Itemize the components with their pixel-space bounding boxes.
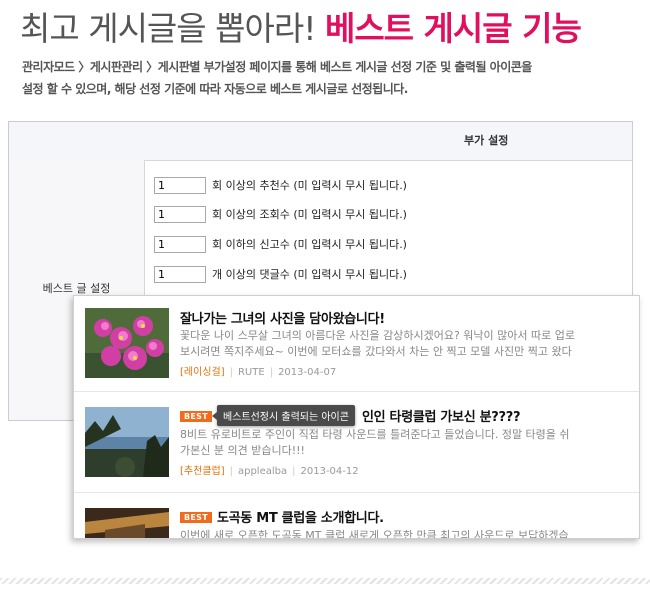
option-comment-count: 개 이상의 댓글수 (미 입력시 무시 됩니다.)	[154, 264, 407, 284]
comment-count-label: 개 이상의 댓글수 (미 입력시 무시 됩니다.)	[212, 268, 407, 281]
post-excerpt-line: 이번에 새로 오픈한 도곡동 MT 클럽 새로게 오픈한 만큼 최고의 사운드로…	[180, 529, 569, 539]
flower-thumbnail[interactable]	[85, 308, 169, 378]
post-meta: [레이싱걸] | RUTE | 2013-04-07	[180, 367, 337, 378]
post-excerpt-line: 8비트 유로비트로 주인이 직접 타령 사운드를 틀려준다고 들었습니다. 정말…	[180, 428, 570, 441]
best-badge: BEST	[180, 411, 212, 422]
report-count-label: 회 이하의 신고수 (미 입력시 무시 됩니다.)	[212, 238, 407, 251]
divider	[74, 391, 639, 392]
post-author: RUTE	[237, 367, 265, 378]
post-author: applealba	[237, 466, 288, 477]
post-category[interactable]: [레이싱걸]	[180, 367, 225, 378]
post-excerpt: 8비트 유로비트로 주인이 직접 타령 사운드를 틀려준다고 들었습니다. 정말…	[180, 427, 639, 459]
best-icon-tooltip: 베스트선정시 출력되는 아이콘	[212, 405, 355, 426]
report-count-input[interactable]	[154, 235, 206, 253]
panel-heading: 부가 설정	[9, 122, 632, 161]
description-line-1: 관리자모드 〉게시판관리 〉게시판별 부가설정 페이지를 통해 베스트 게시글 …	[22, 60, 532, 74]
description: 관리자모드 〉게시판관리 〉게시판별 부가설정 페이지를 통해 베스트 게시글 …	[22, 56, 632, 100]
seaside-thumbnail[interactable]	[85, 407, 169, 477]
best-post-settings-label: 베스트 글 설정	[42, 282, 111, 295]
comment-count-input[interactable]	[154, 265, 206, 283]
title-plain: 최고 게시글을 뽑아라!	[20, 9, 316, 48]
post-excerpt: 꽃다운 나이 스무살 그녀의 아름다운 사진을 감상하시겠어요? 워낙이 많아서…	[180, 328, 639, 360]
post-date: 2013-04-07	[278, 367, 337, 378]
post-title[interactable]: 잘나가는 그녀의 사진을 담아왔습니다!	[180, 308, 385, 327]
post-title-text: 인인 타령클럽 가보신 분????	[361, 410, 521, 425]
option-report-count: 회 이하의 신고수 (미 입력시 무시 됩니다.)	[154, 234, 407, 254]
recommend-count-input[interactable]	[154, 176, 206, 194]
post-title-text: 도곡동 MT 클럽을 소개합니다.	[216, 511, 384, 526]
option-recommend-count: 회 이상의 추천수 (미 입력시 무시 됩니다.)	[154, 175, 407, 195]
post-excerpt: 이번에 새로 오픈한 도곡동 MT 클럽 새로게 오픈한 만큼 최고의 사운드로…	[180, 528, 639, 539]
view-count-label: 회 이상의 조회수 (미 입력시 무시 됩니다.)	[212, 208, 407, 221]
view-count-input[interactable]	[154, 205, 206, 223]
divider	[74, 492, 639, 493]
post-category[interactable]: [추천클럽]	[180, 466, 225, 477]
post-title[interactable]: BEST 도곡동 MT 클럽을 소개합니다.	[180, 507, 384, 526]
post-meta: [추천클럽] | applealba | 2013-04-12	[180, 466, 359, 477]
post-excerpt-line: 꽃다운 나이 스무살 그녀의 아름다운 사진을 감상하시겠어요? 워낙이 많아서…	[180, 329, 576, 342]
best-post-preview: 잘나가는 그녀의 사진을 담아왔습니다! 꽃다운 나이 스무살 그녀의 아름다운…	[73, 295, 640, 539]
post-excerpt-line: 보시려면 쪽지주세요~ 이번에 모터쇼를 갔다와서 차는 안 찍고 모델 사진만…	[180, 345, 572, 358]
description-line-2: 설정 할 수 있으며, 해당 선정 기준에 따라 자동으로 베스트 게시글로 선…	[22, 82, 408, 96]
post-date: 2013-04-12	[300, 466, 359, 477]
page-title: 최고 게시글을 뽑아라! 베스트 게시글 기능	[20, 2, 582, 50]
best-badge: BEST	[180, 512, 212, 523]
post-excerpt-line: 가본신 분 의견 받습니다!!!	[180, 444, 305, 457]
bottom-divider	[0, 578, 650, 584]
club-thumbnail[interactable]	[85, 508, 169, 539]
recommend-count-label: 회 이상의 추천수 (미 입력시 무시 됩니다.)	[212, 179, 407, 192]
title-accent: 베스트 게시글 기능	[324, 9, 582, 48]
option-view-count: 회 이상의 조회수 (미 입력시 무시 됩니다.)	[154, 204, 407, 224]
